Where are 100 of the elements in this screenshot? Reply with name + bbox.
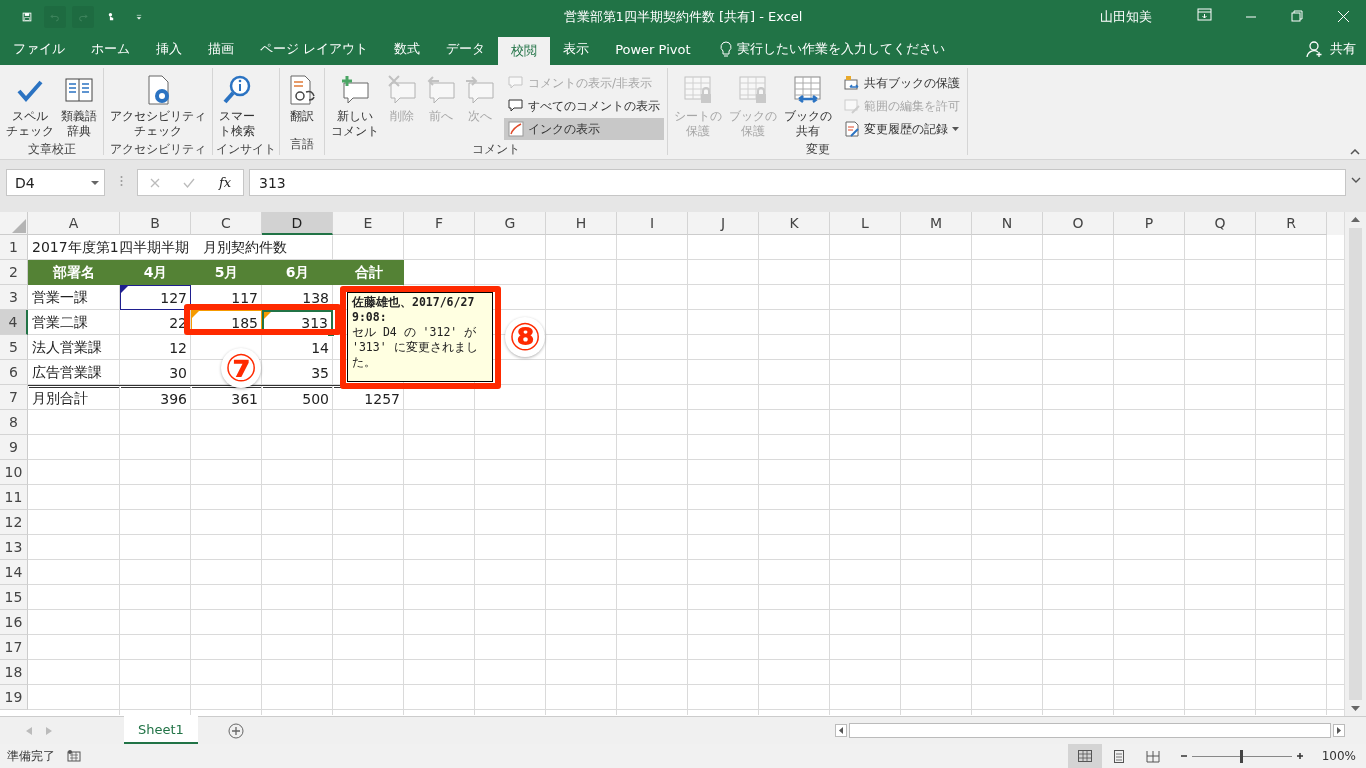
table-cell[interactable]: 396 (120, 385, 191, 410)
table-cell[interactable]: 14 (262, 335, 333, 360)
table-cell[interactable]: 2017年度第1四半期半期 月別契約件数 (28, 235, 333, 260)
ribbon-button[interactable]: スマー ト検索 (216, 72, 258, 141)
column-header[interactable]: F (404, 212, 475, 235)
row-header[interactable]: 13 (0, 535, 28, 560)
scroll-right-icon[interactable] (1333, 724, 1345, 737)
row-header[interactable]: 4 (0, 310, 28, 335)
page-break-icon[interactable] (1145, 749, 1160, 763)
row-header[interactable]: 1 (0, 235, 28, 260)
row-header[interactable]: 3 (0, 285, 28, 310)
column-header[interactable]: D (262, 212, 333, 235)
zoom-in-icon[interactable] (1295, 752, 1304, 760)
comment-icon (508, 75, 524, 91)
table-cell[interactable]: 法人営業課 (28, 335, 120, 360)
row-header[interactable]: 19 (0, 685, 28, 710)
row-header[interactable]: 17 (0, 635, 28, 660)
row-header[interactable]: 10 (0, 460, 28, 485)
table-cell[interactable]: 1257 (333, 385, 404, 410)
column-header[interactable]: N (972, 212, 1043, 235)
column-header[interactable]: R (1256, 212, 1327, 235)
ribbon-button[interactable]: すべてのコメントの表示 (504, 95, 664, 117)
ribbon-tab[interactable]: 描画 (195, 33, 247, 65)
ribbon-tab[interactable]: 表示 (550, 33, 603, 65)
column-header[interactable]: L (830, 212, 901, 235)
tell-me-field[interactable]: 実行したい作業を入力してください (736, 40, 945, 58)
expand-icon[interactable] (1351, 177, 1361, 183)
row-header[interactable]: 18 (0, 660, 28, 685)
more-icon (119, 175, 123, 187)
ribbon-tab[interactable]: ホーム (78, 33, 143, 65)
scroll-thumb[interactable] (849, 723, 1331, 738)
table-cell[interactable]: 営業一課 (28, 285, 120, 310)
row-header[interactable]: 6 (0, 360, 28, 385)
sheet-tab[interactable]: Sheet1 (124, 716, 198, 744)
slider-thumb[interactable] (1240, 749, 1244, 763)
ribbon-button[interactable]: アクセシビリティ チェック (107, 72, 209, 141)
ribbon-button[interactable]: スペル チェック (3, 72, 57, 141)
column-header[interactable]: J (688, 212, 759, 235)
ribbon-tab[interactable]: ファイル (0, 33, 78, 65)
table-cell[interactable]: 127 (120, 285, 191, 310)
ribbon-button[interactable]: ブックの 共有 (781, 72, 835, 141)
column-header[interactable]: I (617, 212, 688, 235)
add-sheet-icon[interactable] (227, 722, 244, 739)
table-cell[interactable]: 35 (262, 360, 333, 385)
new-comment-icon (339, 74, 371, 106)
column-header[interactable]: O (1043, 212, 1114, 235)
ribbon-tab[interactable]: ページ レイアウト (247, 33, 382, 65)
column-header[interactable]: M (901, 212, 972, 235)
ribbon-button[interactable]: インクの表示 (504, 118, 664, 140)
row-header[interactable]: 14 (0, 560, 28, 585)
table-cell[interactable]: 138 (262, 285, 333, 310)
column-header[interactable]: K (759, 212, 830, 235)
table-cell[interactable]: 広告営業課 (28, 360, 120, 385)
column-header[interactable]: H (546, 212, 617, 235)
zoom-out-icon[interactable] (1179, 752, 1188, 760)
table-cell[interactable]: 12 (120, 335, 191, 360)
zoom-level[interactable]: 100% (1321, 749, 1356, 763)
share-button[interactable]: 共有 (1330, 40, 1356, 58)
row-header[interactable]: 5 (0, 335, 28, 360)
table-cell[interactable]: 営業二課 (28, 310, 120, 335)
row-header[interactable]: 15 (0, 585, 28, 610)
row-header[interactable]: 12 (0, 510, 28, 535)
ribbon-button[interactable]: 新しい コメント (328, 72, 382, 141)
ribbon-tab[interactable]: 校閲 (498, 37, 551, 65)
row-header[interactable]: 11 (0, 485, 28, 510)
ribbon-button[interactable]: 類義語 辞典 (58, 72, 100, 141)
ribbon-button[interactable]: 変更履歴の記録 (840, 118, 964, 140)
share-book-icon (792, 74, 824, 106)
table-cell[interactable]: 500 (262, 385, 333, 410)
table-cell[interactable]: 117 (191, 285, 262, 310)
row-header[interactable]: 9 (0, 435, 28, 460)
column-header[interactable]: E (333, 212, 404, 235)
ribbon-tab[interactable]: Power Pivot (602, 33, 704, 65)
normal-view-icon[interactable] (1077, 750, 1092, 762)
page-layout-icon[interactable] (1111, 749, 1126, 763)
name-box[interactable]: D4 (6, 169, 105, 196)
insert-function-button[interactable]: fx (219, 175, 232, 190)
table-cell[interactable]: 30 (120, 360, 191, 385)
collapse-ribbon-icon[interactable] (1350, 149, 1360, 155)
macro-record-icon[interactable] (67, 750, 81, 762)
ribbon-button[interactable]: 翻訳 (283, 72, 321, 136)
row-header[interactable]: 2 (0, 260, 28, 285)
column-header[interactable]: P (1114, 212, 1185, 235)
column-header[interactable]: G (475, 212, 546, 235)
table-cell[interactable]: 月別合計 (28, 385, 120, 410)
formula-field[interactable]: 313 (249, 169, 1346, 196)
ribbon-button[interactable]: 共有ブックの保護 (840, 72, 964, 94)
scroll-left-icon[interactable] (835, 724, 847, 737)
ribbon-tab[interactable]: 数式 (381, 33, 434, 65)
column-heading-cell[interactable]: 合計 (333, 260, 404, 285)
column-header[interactable]: Q (1185, 212, 1256, 235)
column-heading-cell[interactable]: 5月 (191, 260, 262, 285)
row-header[interactable]: 16 (0, 610, 28, 635)
column-heading-cell[interactable]: 4月 (120, 260, 191, 285)
column-heading-cell[interactable]: 6月 (262, 260, 333, 285)
row-header[interactable]: 8 (0, 410, 28, 435)
row-header[interactable]: 7 (0, 385, 28, 410)
ribbon-tab[interactable]: 挿入 (143, 33, 195, 65)
column-heading-cell[interactable]: 部署名 (28, 260, 120, 285)
ribbon-tab[interactable]: データ (433, 33, 499, 65)
